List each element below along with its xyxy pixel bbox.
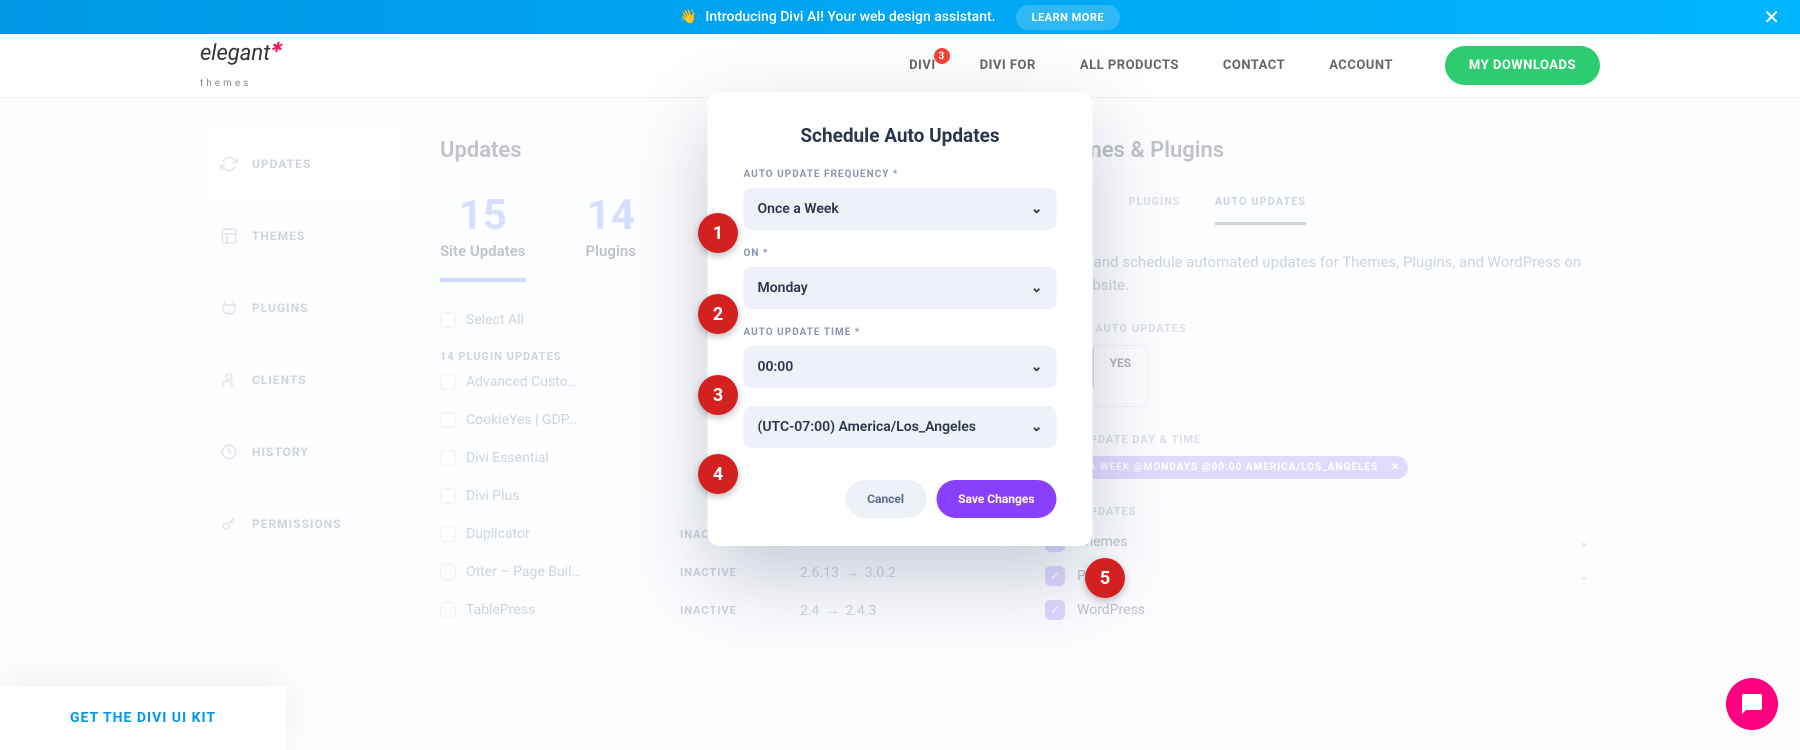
chevron-down-icon: ⌄ [1031, 201, 1043, 217]
cancel-button[interactable]: Cancel [845, 480, 926, 518]
select-value: 00:00 [758, 359, 794, 375]
learn-more-button[interactable]: LEARN MORE [1016, 5, 1121, 30]
step-marker-1: 1 [698, 213, 738, 253]
time-label: AUTO UPDATE TIME * [744, 327, 1057, 338]
timezone-select[interactable]: (UTC-07:00) America/Los_Angeles ⌄ [744, 406, 1057, 448]
badge-count: 3 [934, 48, 950, 64]
day-select[interactable]: Monday ⌄ [744, 267, 1057, 309]
nav-divi[interactable]: DIVI3 [909, 58, 936, 73]
logo[interactable]: elegant✱themes [200, 40, 282, 92]
chevron-down-icon: ⌄ [1031, 359, 1043, 375]
navbar: elegant✱themes DIVI3 DIVI FOR ALL PRODUC… [0, 34, 1800, 98]
chevron-down-icon: ⌄ [1031, 280, 1043, 296]
frequency-select[interactable]: Once a Week ⌄ [744, 188, 1057, 230]
close-icon[interactable]: ✕ [1763, 5, 1780, 29]
banner-content: 👋 Introducing Divi AI! Your web design a… [680, 5, 1120, 30]
step-marker-5: 5 [1085, 558, 1125, 598]
time-select[interactable]: 00:00 ⌄ [744, 346, 1057, 388]
nav-contact[interactable]: CONTACT [1223, 58, 1285, 73]
chevron-down-icon: ⌄ [1031, 419, 1043, 435]
nav-all-products[interactable]: ALL PRODUCTS [1080, 58, 1179, 73]
select-value: Once a Week [758, 201, 839, 217]
chat-fab[interactable] [1726, 678, 1778, 730]
frequency-label: AUTO UPDATE FREQUENCY * [744, 169, 1057, 180]
step-marker-4: 4 [698, 454, 738, 494]
nav-divi-for[interactable]: DIVI FOR [980, 58, 1036, 73]
schedule-modal: Schedule Auto Updates AUTO UPDATE FREQUE… [708, 92, 1093, 546]
star-icon: ✱ [270, 40, 282, 56]
day-label: ON * [744, 248, 1057, 259]
banner-text: Introducing Divi AI! Your web design ass… [705, 9, 995, 25]
save-button[interactable]: Save Changes [936, 480, 1056, 518]
wave-icon: 👋 [680, 9, 697, 25]
top-banner: 👋 Introducing Divi AI! Your web design a… [0, 0, 1800, 34]
my-downloads-button[interactable]: MY DOWNLOADS [1445, 46, 1600, 85]
modal-title: Schedule Auto Updates [744, 124, 1057, 147]
chat-icon [1740, 692, 1764, 716]
select-value: Monday [758, 280, 808, 296]
step-marker-2: 2 [698, 294, 738, 334]
divi-ui-kit-cta[interactable]: GET THE DIVI UI KIT [0, 686, 286, 750]
select-value: (UTC-07:00) America/Los_Angeles [758, 419, 976, 435]
step-marker-3: 3 [698, 375, 738, 415]
nav-account[interactable]: ACCOUNT [1329, 58, 1393, 73]
